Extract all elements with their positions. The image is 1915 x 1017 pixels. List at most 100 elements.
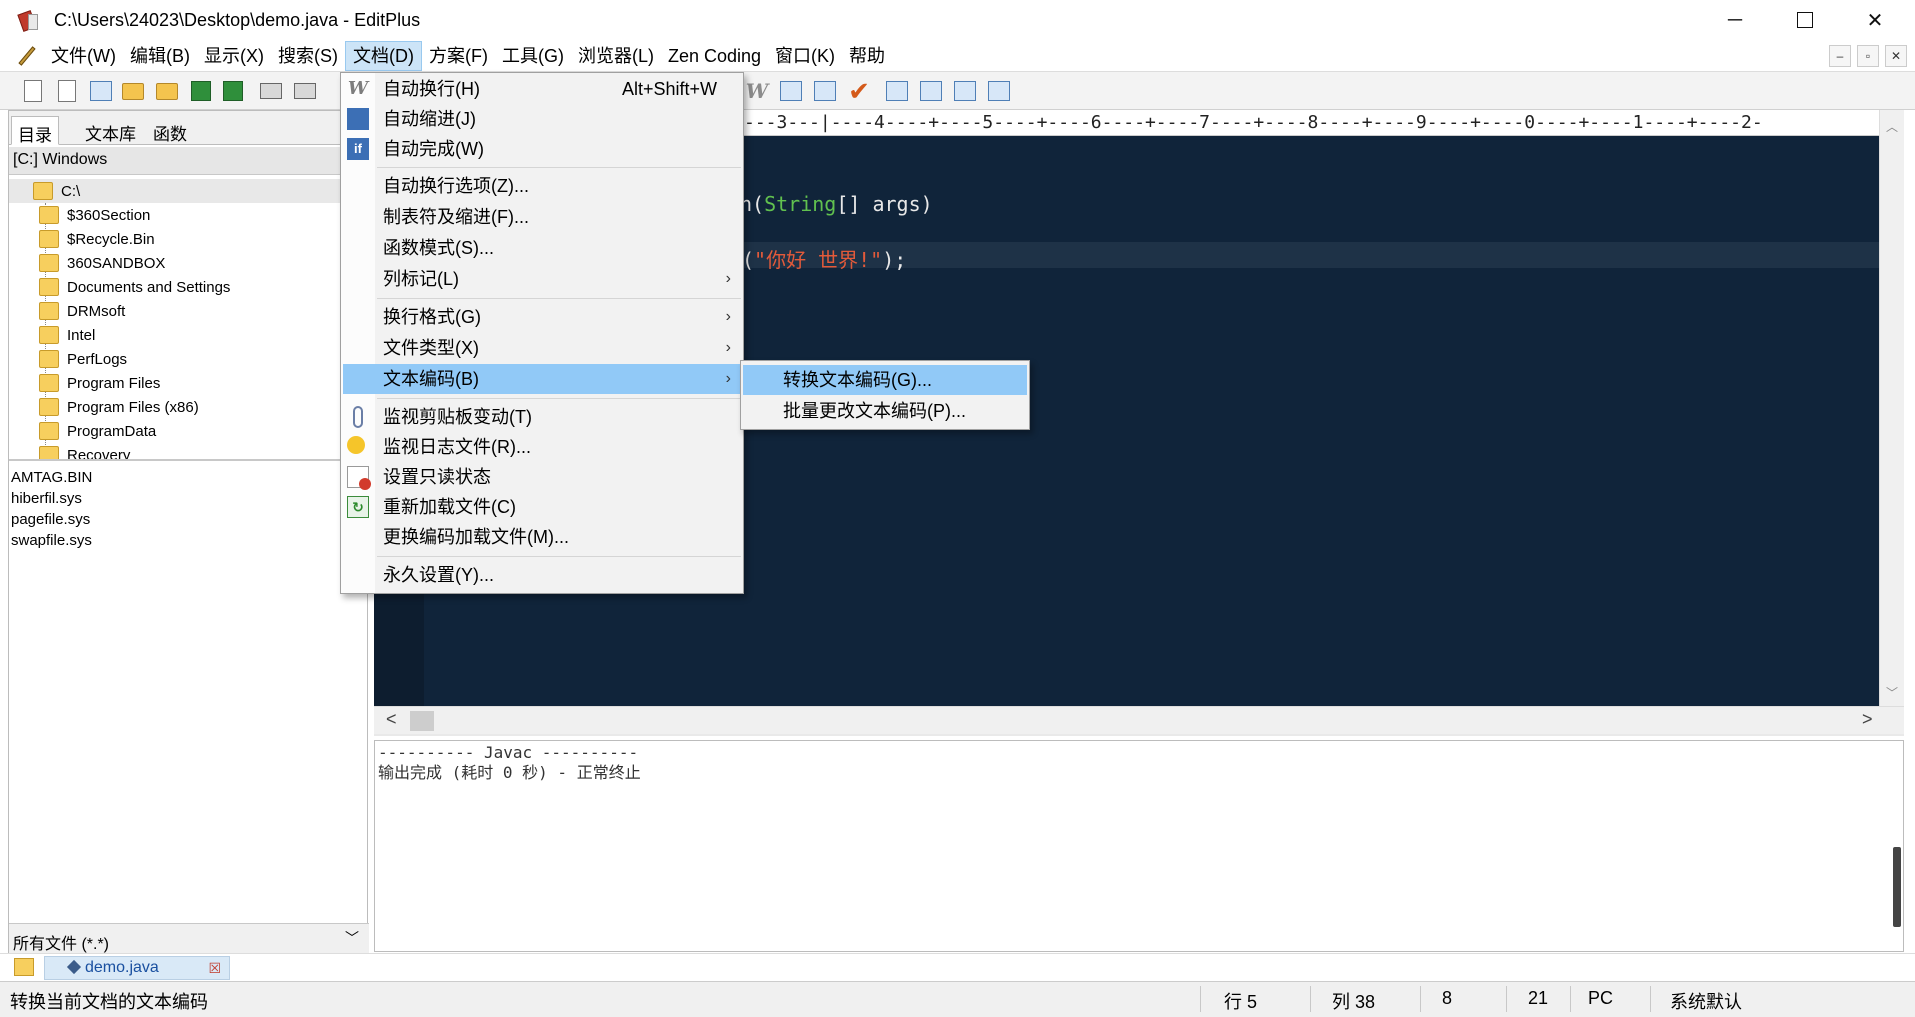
- menu-item-reload-file[interactable]: ↻ 重新加载文件(C): [343, 492, 741, 522]
- directory-button[interactable]: [952, 78, 978, 104]
- new-html-button[interactable]: [88, 78, 114, 104]
- minimize-button[interactable]: ─: [1700, 0, 1770, 40]
- close-tab-icon[interactable]: ☒: [208, 957, 221, 979]
- tree-folder[interactable]: Intel: [39, 323, 95, 347]
- mdi-restore-button[interactable]: ▫: [1857, 45, 1879, 67]
- menu-item-monitor-log[interactable]: 监视日志文件(R)...: [343, 432, 741, 462]
- tree-folder[interactable]: $360Section: [39, 203, 150, 227]
- menu-item-auto-complete[interactable]: if 自动完成(W): [343, 134, 741, 164]
- open-folder-icon: [122, 82, 144, 100]
- drive-selector[interactable]: [C:] Windows: [9, 147, 369, 175]
- html-doc-icon: [90, 81, 112, 101]
- output-scrollbar[interactable]: [1893, 841, 1903, 927]
- word-wrap-icon: W: [347, 78, 369, 99]
- fullscreen-button[interactable]: [986, 78, 1012, 104]
- print-preview-button[interactable]: [258, 78, 284, 104]
- file-list-item[interactable]: swapfile.sys: [11, 530, 367, 551]
- file-filter-select[interactable]: 所有文件 (*.*) ﹀: [9, 923, 369, 953]
- editor-horizontal-scrollbar[interactable]: < >: [374, 706, 1904, 734]
- tab-functions[interactable]: 函数: [147, 116, 193, 145]
- folder-icon[interactable]: [14, 958, 34, 976]
- menu-item-wrap-options[interactable]: 自动换行选项(Z)...: [343, 171, 741, 201]
- menu-zen-coding[interactable]: Zen Coding: [661, 42, 768, 70]
- menu-document[interactable]: 文档(D): [344, 40, 422, 71]
- reload-icon: ↻: [347, 496, 369, 518]
- print-button[interactable]: [292, 78, 318, 104]
- spellcheck-abc-icon: [814, 81, 836, 101]
- output-window[interactable]: ---------- Javac ---------- 输出完成 (耗时 0 秒…: [374, 740, 1904, 952]
- menu-bar: 文件(W) 编辑(B) 显示(X) 搜索(S) 文档(D) 方案(F) 工具(G…: [0, 40, 1915, 72]
- tree-folder[interactable]: Documents and Settings: [39, 275, 230, 299]
- document-tab-demo-java[interactable]: demo.java ☒: [44, 956, 230, 980]
- tab-directory[interactable]: 目录: [11, 116, 59, 145]
- menu-view[interactable]: 显示(X): [197, 42, 271, 70]
- menu-item-function-pattern[interactable]: 函数模式(S)...: [343, 233, 741, 263]
- fullscreen-icon: [988, 81, 1010, 101]
- maximize-button[interactable]: [1770, 0, 1840, 40]
- open-remote-button[interactable]: [154, 78, 180, 104]
- menu-search[interactable]: 搜索(S): [271, 42, 345, 70]
- file-list-item[interactable]: pagefile.sys: [11, 509, 367, 530]
- menu-item-read-only[interactable]: 设置只读状态: [343, 462, 741, 492]
- scroll-left-icon[interactable]: <: [386, 709, 397, 730]
- new-file-icon: [24, 80, 42, 102]
- menu-item-file-type[interactable]: 文件类型(X) ›: [343, 333, 741, 363]
- open-button[interactable]: [120, 78, 146, 104]
- tree-folder[interactable]: DRMsoft: [39, 299, 125, 323]
- menu-item-text-encoding[interactable]: 文本编码(B) ›: [343, 364, 741, 394]
- tree-folder[interactable]: $Recycle.Bin: [39, 227, 155, 251]
- tree-folder[interactable]: Recovery: [39, 443, 130, 459]
- ruler-text: ---3---|----4----+----5----+----6----+--…: [744, 112, 1763, 133]
- left-sidebar: 目录 文本库 函数 [C:] Windows C:\ $360Section $…: [8, 110, 369, 955]
- menu-item-column-marker[interactable]: 列标记(L) ›: [343, 264, 741, 294]
- close-button[interactable]: ✕: [1840, 0, 1910, 40]
- scroll-up-icon[interactable]: ︿: [1886, 118, 1898, 135]
- word-wrap-toolbar-button[interactable]: W: [744, 78, 770, 104]
- editor-vertical-scrollbar[interactable]: ︿ ﹀: [1879, 110, 1904, 706]
- new-file-button[interactable]: [20, 78, 46, 104]
- check-toolbar-button[interactable]: ✔: [846, 78, 872, 104]
- scroll-right-icon[interactable]: >: [1862, 709, 1873, 730]
- menu-item-permanent-settings[interactable]: 永久设置(Y)...: [343, 560, 741, 590]
- file-list-item[interactable]: hiberfil.sys: [11, 488, 367, 509]
- menu-edit[interactable]: 编辑(B): [123, 42, 197, 70]
- file-list-item[interactable]: AMTAG.BIN: [11, 467, 367, 488]
- scroll-thumb[interactable]: [410, 711, 434, 731]
- new-blank-button[interactable]: [54, 78, 80, 104]
- browser-view-button[interactable]: [884, 78, 910, 104]
- save-all-button[interactable]: [220, 78, 246, 104]
- status-line-format: PC: [1588, 988, 1614, 1008]
- cliptext-button[interactable]: [918, 78, 944, 104]
- submenu-item-batch-change-encoding[interactable]: 批量更改文本编码(P)...: [743, 396, 1027, 426]
- indent-toolbar-button[interactable]: [778, 78, 804, 104]
- menu-item-line-format[interactable]: 换行格式(G) ›: [343, 302, 741, 332]
- menu-browser[interactable]: 浏览器(L): [571, 42, 661, 70]
- scroll-down-icon[interactable]: ﹀: [1886, 684, 1898, 701]
- menu-project[interactable]: 方案(F): [422, 42, 495, 70]
- mdi-close-button[interactable]: ✕: [1885, 45, 1907, 67]
- menu-help[interactable]: 帮助: [842, 42, 892, 70]
- mdi-minimize-button[interactable]: –: [1829, 45, 1851, 67]
- tree-folder[interactable]: Program Files (x86): [39, 395, 199, 419]
- spellcheck-toolbar-button[interactable]: [812, 78, 838, 104]
- menu-item-tab-indent[interactable]: 制表符及缩进(F)...: [343, 202, 741, 232]
- submenu-item-convert-encoding[interactable]: 转换文本编码(G)...: [743, 365, 1027, 395]
- tree-folder[interactable]: PerfLogs: [39, 347, 127, 371]
- tree-root[interactable]: C:\: [9, 179, 369, 203]
- folder-tree[interactable]: C:\ $360Section $Recycle.Bin 360SANDBOX …: [9, 175, 369, 461]
- menu-window[interactable]: 窗口(K): [768, 42, 842, 70]
- menu-item-monitor-clipboard[interactable]: 监视剪贴板变动(T): [343, 402, 741, 432]
- tree-folder[interactable]: Program Files: [39, 371, 160, 395]
- menu-item-auto-indent[interactable]: 自动缩进(J): [343, 104, 741, 134]
- submenu-arrow-icon: ›: [725, 339, 731, 356]
- menu-file[interactable]: 文件(W): [44, 42, 123, 70]
- menu-item-reload-encoding[interactable]: 更换编码加载文件(M)...: [343, 522, 741, 552]
- folder-icon: [39, 398, 59, 416]
- menu-item-word-wrap[interactable]: W 自动换行(H) Alt+Shift+W: [343, 74, 741, 104]
- tree-folder[interactable]: ProgramData: [39, 419, 156, 443]
- tab-cliptext[interactable]: 文本库: [79, 116, 142, 145]
- menu-tools[interactable]: 工具(G): [495, 42, 571, 70]
- save-button[interactable]: [188, 78, 214, 104]
- tree-folder[interactable]: 360SANDBOX: [39, 251, 165, 275]
- folder-icon: [39, 254, 59, 272]
